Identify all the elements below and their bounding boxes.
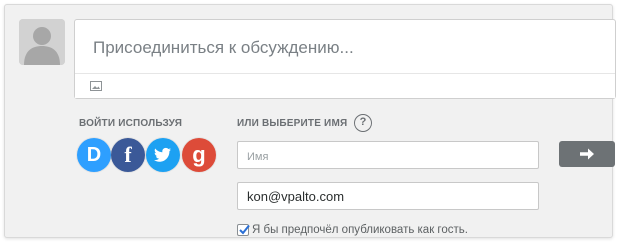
comment-input[interactable]: [75, 20, 615, 76]
comment-composer: [74, 19, 616, 99]
composer-toolbar: [75, 73, 615, 98]
disqus-login-button[interactable]: D: [77, 138, 111, 172]
guest-checkbox-label: Я бы предпочёл опубликовать как гость.: [252, 224, 468, 236]
email-field[interactable]: [237, 182, 539, 210]
facebook-icon: f: [124, 142, 132, 167]
guest-checkbox[interactable]: [237, 224, 250, 236]
help-icon[interactable]: ?: [354, 114, 372, 132]
name-field[interactable]: [237, 141, 539, 169]
image-upload-icon[interactable]: [90, 81, 102, 91]
twitter-login-button[interactable]: [146, 138, 180, 172]
submit-button[interactable]: [559, 141, 615, 167]
choose-name-label: ИЛИ ВЫБЕРИТЕ ИМЯ: [237, 118, 348, 129]
login-with-label: ВОЙТИ ИСПОЛЬЗУЯ: [79, 118, 183, 129]
twitter-icon: [154, 147, 171, 162]
google-icon: g: [192, 142, 206, 167]
avatar: [19, 19, 65, 65]
disqus-icon: D: [86, 144, 102, 166]
guest-option: Я бы предпочёл опубликовать как гость.: [237, 222, 468, 238]
google-login-button[interactable]: g: [182, 138, 216, 172]
facebook-login-button[interactable]: f: [111, 138, 145, 172]
checkmark-icon: [239, 224, 250, 235]
comment-form: ВОЙТИ ИСПОЛЬЗУЯ D f g ИЛИ ВЫБЕРИТЕ ИМЯ ?…: [4, 4, 616, 238]
user-silhouette-icon: [19, 19, 65, 65]
arrow-right-icon: [580, 148, 594, 160]
